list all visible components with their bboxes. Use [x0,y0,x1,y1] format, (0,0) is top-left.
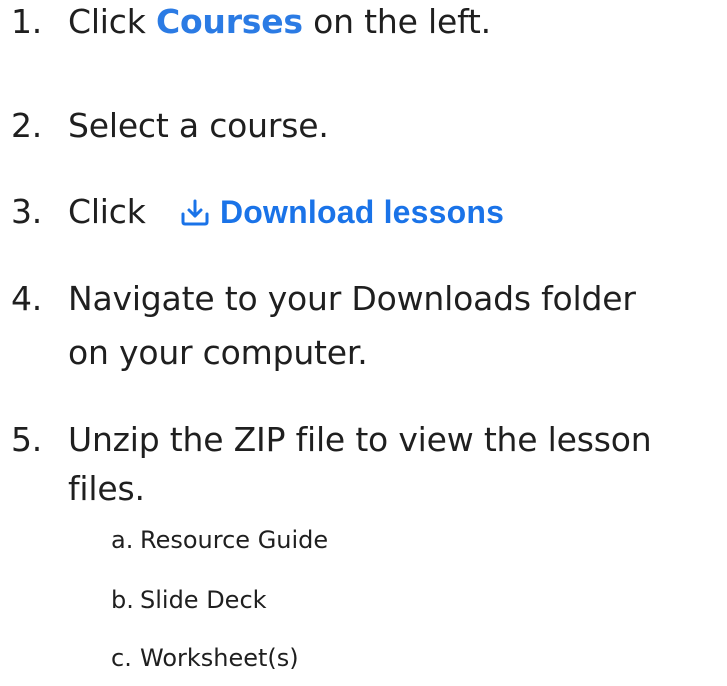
step-number: 4. [11,279,43,318]
step-text-line-2: files. [68,469,145,508]
sub-item-text: Resource Guide [140,526,329,554]
step-text: Select a course. [68,106,329,145]
sub-item-text: Slide Deck [140,586,267,614]
step-1-prefix: Click [68,2,156,41]
download-icon [181,199,209,226]
sub-item-letter: b. [111,586,134,614]
download-lessons-button: Download lessons [178,190,504,234]
step-text-line-1: Unzip the ZIP file to view the lesson [68,420,652,459]
step-text: Click [68,192,146,231]
step-text: Click Courses on the left. [68,0,491,44]
step-text-line-1: Navigate to your Downloads folder [68,279,636,318]
sub-item-letter: a. [111,526,134,554]
step-number: 2. [11,106,43,145]
step-number: 1. [11,2,43,41]
sub-item-text: Worksheet(s) [140,644,299,672]
step-number: 5. [11,420,43,459]
sub-item-letter: c. [111,644,132,672]
download-lessons-label: Download lessons [220,194,505,230]
step-number: 3. [11,192,43,231]
step-text-line-2: on your computer. [68,333,368,372]
courses-link: Courses [155,2,303,41]
step-1-suffix: on the left. [302,2,491,41]
